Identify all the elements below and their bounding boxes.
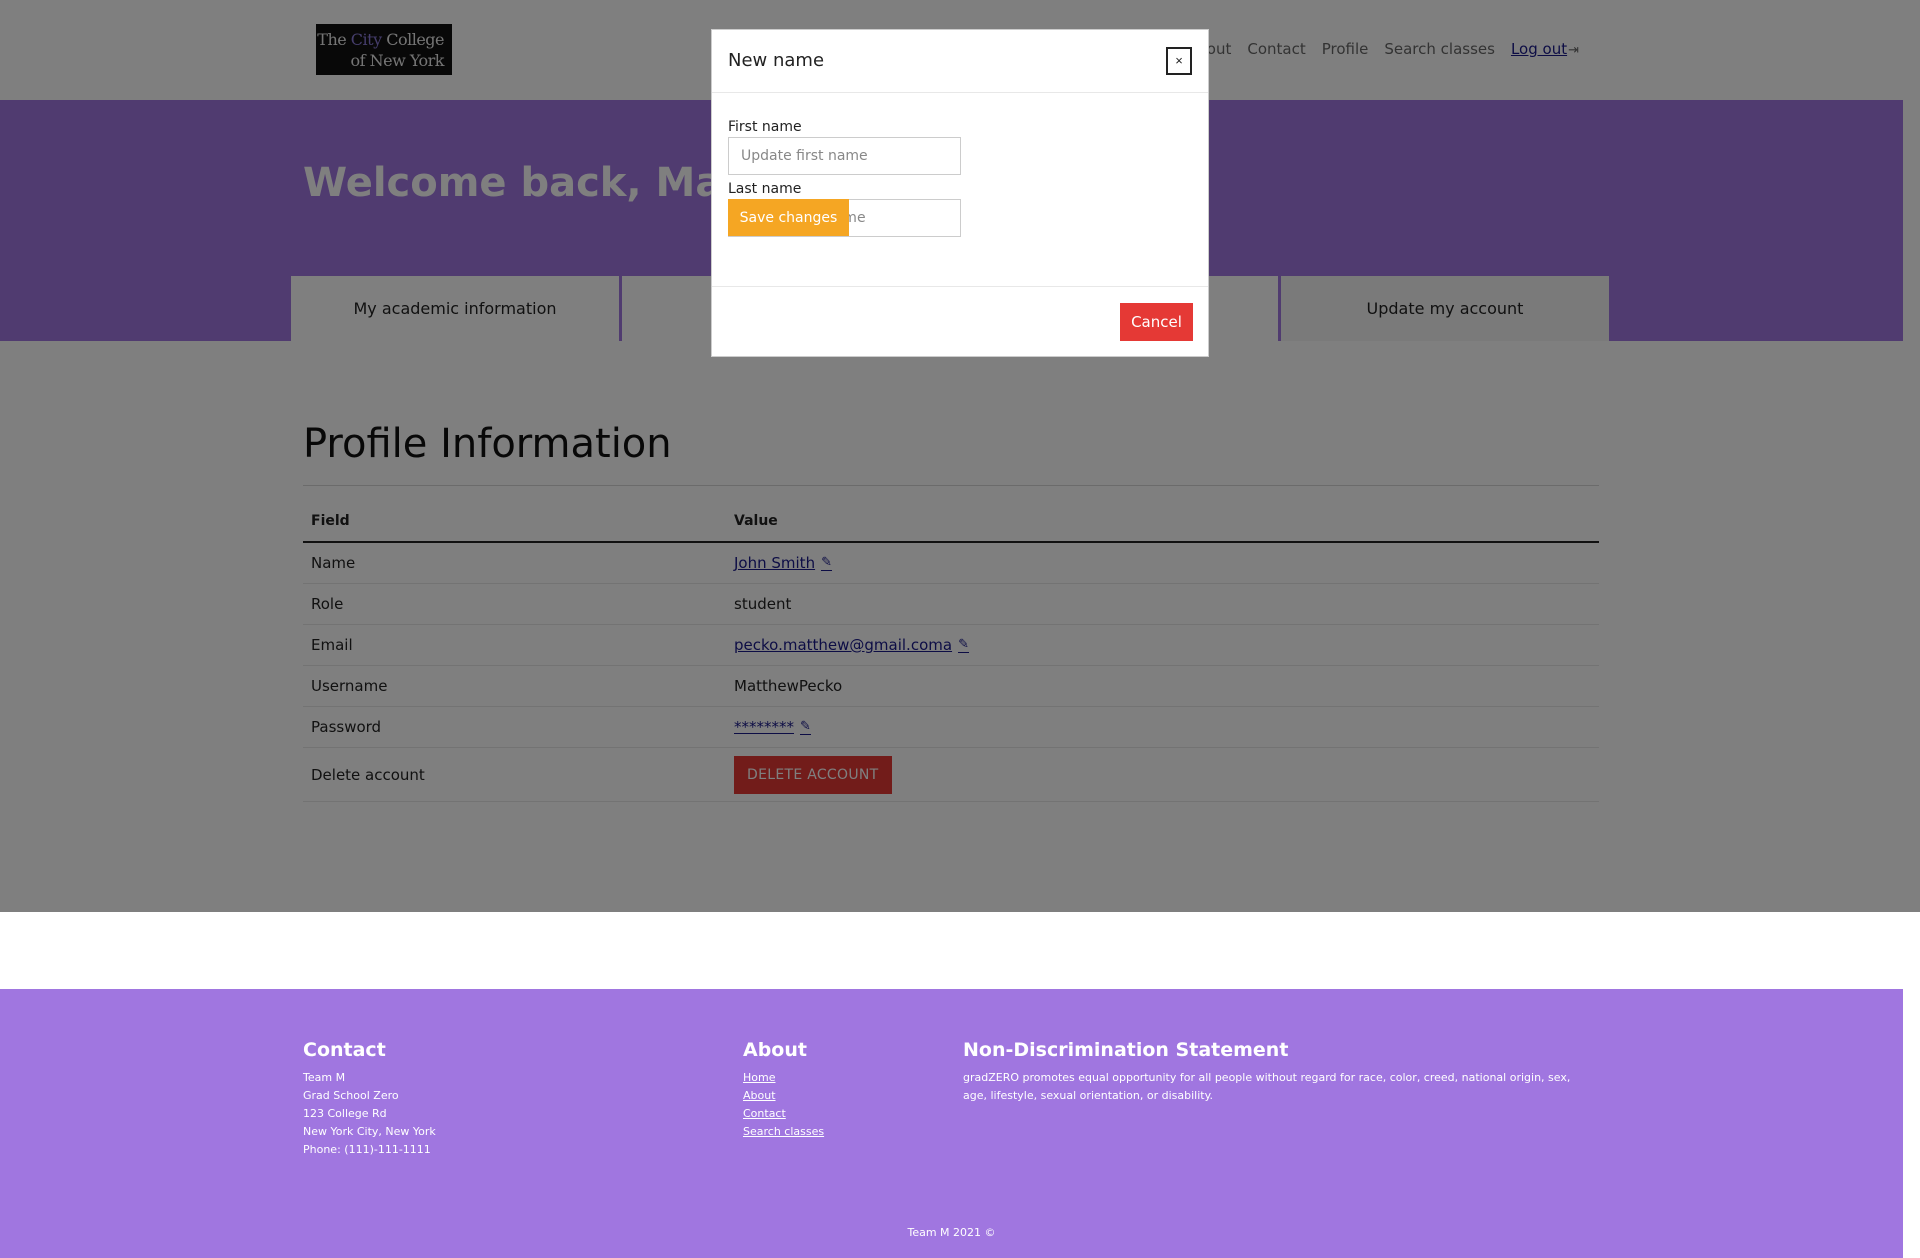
cancel-button[interactable]: Cancel bbox=[1120, 303, 1193, 341]
footer-contact: Contact Team M Grad School Zero 123 Coll… bbox=[303, 1039, 436, 1159]
footer-contact-line: Team M bbox=[303, 1071, 346, 1084]
footer-about-title: About bbox=[743, 1039, 807, 1061]
modal-body: First name Last name bbox=[712, 93, 1208, 287]
site-footer: Contact Team M Grad School Zero 123 Coll… bbox=[0, 989, 1903, 1258]
footer-link-search-classes[interactable]: Search classes bbox=[743, 1123, 824, 1141]
first-name-input[interactable] bbox=[728, 137, 961, 175]
footer-contact-line: New York City, New York bbox=[303, 1125, 436, 1138]
footer-contact-line: 123 College Rd bbox=[303, 1107, 387, 1120]
footer-nondiscrimination-text: gradZERO promotes equal opportunity for … bbox=[963, 1071, 1571, 1102]
modal-title: New name bbox=[728, 50, 825, 71]
footer-link-home[interactable]: Home bbox=[743, 1069, 824, 1087]
footer-contact-title: Contact bbox=[303, 1039, 386, 1061]
footer-about: About Home About Contact Search classes bbox=[743, 1039, 824, 1141]
footer-contact-line: Phone: (111)-111-1111 bbox=[303, 1143, 431, 1156]
footer-copyright: Team M 2021 © bbox=[907, 1226, 996, 1239]
modal-header: New name × bbox=[712, 30, 1208, 93]
first-name-label: First name bbox=[728, 119, 802, 135]
footer-nondiscrimination-title: Non-Discrimination Statement bbox=[963, 1039, 1289, 1061]
footer-link-contact[interactable]: Contact bbox=[743, 1105, 824, 1123]
new-name-modal: New name × First name Last name Save cha… bbox=[711, 29, 1209, 357]
close-button[interactable]: × bbox=[1166, 47, 1192, 75]
save-changes-button[interactable]: Save changes bbox=[728, 199, 849, 236]
footer-link-about[interactable]: About bbox=[743, 1087, 824, 1105]
footer-contact-line: Grad School Zero bbox=[303, 1089, 399, 1102]
footer-nondiscrimination: Non-Discrimination Statement gradZERO pr… bbox=[963, 1039, 1583, 1105]
last-name-label: Last name bbox=[728, 181, 802, 197]
